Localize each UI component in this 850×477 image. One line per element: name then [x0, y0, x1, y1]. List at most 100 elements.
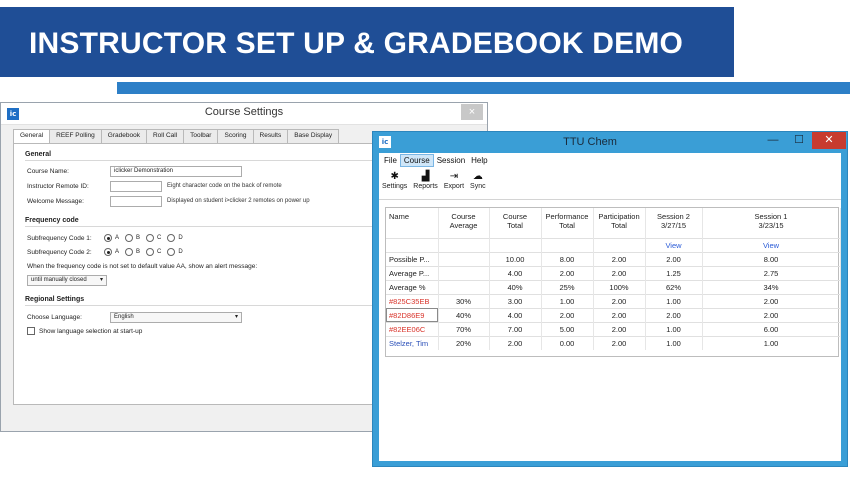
- language-value: English: [114, 314, 134, 320]
- section-regional: Regional Settings: [25, 296, 85, 303]
- reports-button[interactable]: ▟ Reports: [413, 168, 438, 199]
- alert-duration-value: until manually closed: [31, 277, 87, 283]
- gradebook-table: Name Course Average Course Total Performan…: [386, 208, 841, 350]
- table-cell: 2.00: [541, 265, 594, 280]
- minimize-button[interactable]: —: [760, 132, 786, 149]
- table-cell: 2.00: [645, 307, 703, 322]
- table-cell: 1.00: [702, 335, 841, 350]
- row-name: Possible P...: [386, 251, 439, 266]
- menu-session[interactable]: Session: [434, 155, 468, 166]
- radio-d[interactable]: [167, 234, 176, 242]
- window-title: Course Settings: [204, 106, 284, 118]
- table-cell: 5.00: [541, 321, 594, 336]
- settings-button[interactable]: ✱ Settings: [382, 168, 407, 199]
- maximize-button[interactable]: ☐: [786, 132, 812, 149]
- radio-c[interactable]: [146, 234, 155, 242]
- close-button[interactable]: ×: [461, 104, 483, 120]
- table-row[interactable]: #825C35EB 30% 3.00 1.00 2.00 1.00 2.00: [386, 293, 841, 308]
- tab-roll-call[interactable]: Roll Call: [145, 129, 185, 143]
- welcome-message-field[interactable]: [110, 196, 162, 207]
- table-cell: 3.00: [489, 293, 542, 308]
- menu-bar: File Course Session Help: [379, 153, 841, 168]
- course-settings-titlebar[interactable]: ic Course Settings ×: [1, 103, 487, 125]
- remote-id-hint: Eight character code on the back of remo…: [167, 183, 282, 189]
- toolbar-label: Reports: [413, 183, 438, 190]
- student-name[interactable]: Stelzer, Tim: [386, 335, 439, 350]
- welcome-message-label: Welcome Message:: [27, 198, 84, 205]
- menu-help[interactable]: Help: [468, 155, 490, 166]
- table-cell: 2.75: [702, 265, 841, 280]
- table-cell: 62%: [645, 279, 703, 294]
- radio-b[interactable]: [125, 248, 134, 256]
- menu-course[interactable]: Course: [399, 154, 434, 167]
- close-button[interactable]: ✕: [812, 132, 846, 149]
- menu-file[interactable]: File: [381, 155, 400, 166]
- toolbar: ✱ Settings ▟ Reports ⇥ Export ☁ Sync: [379, 168, 841, 200]
- column-header-participation-total[interactable]: Participation Total: [593, 208, 646, 238]
- radio-label: B: [136, 249, 141, 255]
- radio-c[interactable]: [146, 248, 155, 256]
- radio-label: D: [178, 235, 183, 241]
- course-name-field[interactable]: iclicker Demonstration: [110, 166, 242, 177]
- header-row: Name Course Average Course Total Performan…: [386, 208, 841, 238]
- tab-results[interactable]: Results: [252, 129, 289, 143]
- student-id[interactable]: #82D86E9: [386, 307, 439, 322]
- student-id[interactable]: #825C35EB: [386, 293, 439, 308]
- table-cell: 1.00: [645, 335, 703, 350]
- tab-base-display[interactable]: Base Display: [287, 129, 340, 143]
- table-cell: 4.00: [489, 307, 542, 322]
- tab-reef-polling[interactable]: REEF Polling: [49, 129, 102, 143]
- table-cell: 25%: [541, 279, 594, 294]
- radio-b[interactable]: [125, 234, 134, 242]
- session-2-view-link[interactable]: View: [645, 237, 703, 252]
- table-cell: 2.00: [489, 335, 542, 350]
- tab-scoring[interactable]: Scoring: [217, 129, 254, 143]
- column-header-course-total[interactable]: Course Total: [489, 208, 542, 238]
- bar-chart-icon: ▟: [421, 171, 430, 182]
- tab-toolbar[interactable]: Toolbar: [183, 129, 219, 143]
- radio-d[interactable]: [167, 248, 176, 256]
- radio-label: C: [157, 235, 162, 241]
- table-row[interactable]: #82EE06C 70% 7.00 5.00 2.00 1.00 6.00: [386, 321, 841, 336]
- table-cell: 4.00: [489, 265, 542, 280]
- table-cell: [438, 279, 490, 294]
- table-cell: 2.00: [593, 251, 646, 266]
- table-cell: 2.00: [702, 307, 841, 322]
- table-row[interactable]: Average % 40% 25% 100% 62% 34%: [386, 279, 841, 294]
- radio-a[interactable]: [104, 248, 112, 256]
- session-1-view-link[interactable]: View: [702, 237, 841, 252]
- chevron-down-icon: ▾: [99, 277, 103, 283]
- table-cell: 30%: [438, 293, 490, 308]
- column-header-course-average[interactable]: Course Average: [438, 208, 490, 238]
- remote-id-field[interactable]: [110, 181, 162, 192]
- banner-title: INSTRUCTOR SET UP & GRADEBOOK DEMO: [29, 27, 684, 60]
- column-header-performance-total[interactable]: Performance Total: [541, 208, 594, 238]
- export-button[interactable]: ⇥ Export: [444, 168, 464, 199]
- table-cell: 1.00: [645, 321, 703, 336]
- row-name: Average P...: [386, 265, 439, 280]
- student-id[interactable]: #82EE06C: [386, 321, 439, 336]
- section-general: General: [25, 151, 52, 158]
- table-row[interactable]: Possible P... 10.00 8.00 2.00 2.00 8.00: [386, 251, 841, 266]
- section-frequency: Frequency code: [25, 217, 79, 224]
- table-cell: 2.00: [541, 307, 594, 322]
- table-row[interactable]: Average P... 4.00 2.00 2.00 1.25 2.75: [386, 265, 841, 280]
- table-cell: 2.00: [593, 307, 646, 322]
- column-header-name[interactable]: Name: [386, 208, 439, 238]
- table-row[interactable]: Stelzer, Tim 20% 2.00 0.00 2.00 1.00 1.0…: [386, 335, 841, 350]
- radio-a[interactable]: [104, 234, 112, 242]
- ttu-chem-titlebar[interactable]: ic TTU Chem — ☐ ✕: [373, 132, 847, 153]
- tab-gradebook[interactable]: Gradebook: [100, 129, 147, 143]
- column-header-session-2[interactable]: Session 2 3/27/15: [645, 208, 703, 238]
- language-select[interactable]: English ▾: [110, 312, 242, 323]
- show-language-checkbox[interactable]: [27, 327, 35, 335]
- alert-duration-select[interactable]: until manually closed ▾: [27, 275, 107, 286]
- column-header-session-1[interactable]: Session 1 3/23/15: [702, 208, 841, 238]
- tab-general[interactable]: General: [13, 129, 51, 144]
- sync-button[interactable]: ☁ Sync: [470, 168, 486, 199]
- table-cell: 20%: [438, 335, 490, 350]
- alert-message-label: When the frequency code is not set to de…: [27, 263, 258, 270]
- table-row[interactable]: #82D86E9 40% 4.00 2.00 2.00 2.00 2.00: [386, 307, 841, 322]
- radio-label: D: [178, 249, 183, 255]
- table-cell: 6.00: [702, 321, 841, 336]
